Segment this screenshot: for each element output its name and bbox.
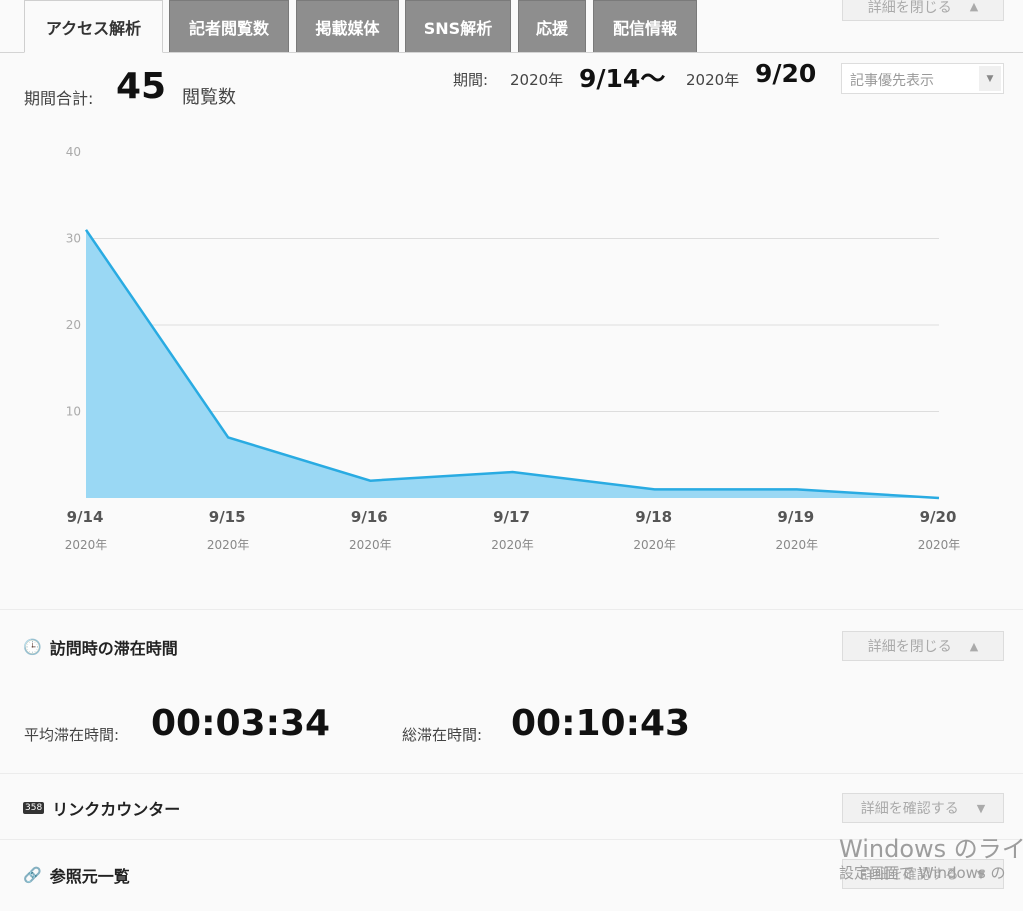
sort-select[interactable]: 記事優先表示 ▼ [841, 63, 1004, 94]
windows-watermark-line2: 設定画面で Windows の [839, 864, 1006, 882]
x-tick-sublabel: 2020年 [349, 538, 392, 552]
chevron-down-icon: ▼ [979, 66, 1001, 91]
start-year: 2020年 [510, 71, 564, 89]
link-icon: 🔗 [23, 866, 42, 884]
close-details-label: 詳細を閉じる [867, 639, 952, 655]
triangle-down-icon: ▼ [976, 801, 986, 815]
counter-icon: 358 [23, 802, 45, 814]
tab-access-analysis[interactable]: アクセス解析 [24, 0, 163, 53]
period-total-label: 期間合計: [24, 89, 94, 108]
tab-support[interactable]: 応援 [518, 0, 586, 52]
stay-time-title-text: 訪問時の滞在時間 [49, 639, 178, 658]
confirm-details-label: 詳細を確認する [860, 801, 959, 817]
section-divider [0, 773, 1023, 774]
tab-media[interactable]: 掲載媒体 [296, 0, 399, 52]
x-tick-sublabel: 2020年 [633, 538, 676, 552]
views-area-chart: 10 20 30 40 9/14 2020年 9/15 2020年 9/16 2020年 9/17 2… [65, 145, 961, 552]
x-tick-label: 9/18 [635, 508, 672, 526]
period-label: 期間: [453, 71, 489, 89]
sort-select-value: 記事優先表示 [850, 73, 934, 89]
close-details-label: 詳細を閉じる [867, 0, 952, 16]
referrer-title: 🔗 参照元一覧 [23, 863, 130, 887]
start-date: 9/14〜 [579, 64, 666, 93]
triangle-up-icon: ▲ [969, 0, 979, 13]
link-counter-title-text: リンクカウンター [52, 800, 181, 819]
x-tick-label: 9/17 [493, 508, 530, 526]
link-counter-title: 358 リンクカウンター [23, 796, 180, 820]
y-tick-label: 10 [66, 405, 81, 419]
x-tick-sublabel: 2020年 [491, 538, 534, 552]
x-tick-sublabel: 2020年 [918, 538, 961, 552]
close-details-button-stay[interactable]: 詳細を閉じる ▲ [842, 631, 1004, 661]
avg-stay-value: 00:03:34 [151, 703, 331, 744]
referrer-title-text: 参照元一覧 [49, 867, 130, 886]
close-details-button-top[interactable]: 詳細を閉じる ▲ [842, 0, 1004, 21]
series-area [86, 229, 939, 498]
section-divider [0, 609, 1023, 610]
tab-distribution-info[interactable]: 配信情報 [593, 0, 697, 52]
x-tick-label: 9/16 [351, 508, 388, 526]
tab-sns-analysis[interactable]: SNS解析 [405, 0, 511, 52]
clock-icon: 🕒 [23, 638, 42, 656]
windows-watermark-line1: Windows のライセ [839, 835, 1023, 863]
total-stay-label: 総滞在時間: [402, 726, 483, 744]
avg-stay-label: 平均滞在時間: [24, 726, 120, 744]
end-date: 9/20 [755, 59, 817, 88]
x-tick-label: 9/15 [209, 508, 246, 526]
total-stay-value: 00:10:43 [511, 703, 691, 744]
tab-reporter-views[interactable]: 記者閲覧数 [169, 0, 289, 52]
triangle-up-icon: ▲ [969, 639, 979, 653]
x-tick-sublabel: 2020年 [65, 538, 108, 552]
period-total-unit: 閲覧数 [182, 87, 236, 108]
x-tick-label: 9/19 [777, 508, 814, 526]
stay-time-title: 🕒 訪問時の滞在時間 [23, 635, 178, 659]
y-tick-label: 20 [66, 318, 81, 332]
confirm-details-button-link[interactable]: 詳細を確認する ▼ [842, 793, 1004, 823]
x-tick-sublabel: 2020年 [776, 538, 819, 552]
y-tick-label: 40 [66, 145, 81, 159]
end-year: 2020年 [686, 71, 740, 89]
period-total-value: 45 [116, 66, 167, 107]
y-tick-label: 30 [66, 232, 81, 246]
x-tick-label: 9/20 [920, 508, 957, 526]
x-tick-label: 9/14 [67, 508, 104, 526]
x-tick-sublabel: 2020年 [207, 538, 250, 552]
